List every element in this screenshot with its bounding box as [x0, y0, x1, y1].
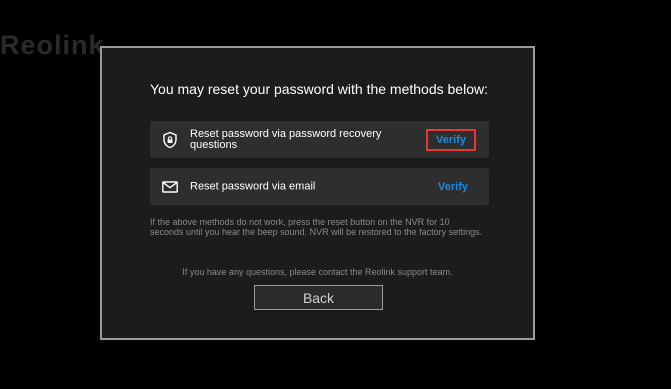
reset-password-dialog: You may reset your password with the met… — [100, 46, 535, 340]
screen: Reolink You may reset your password with… — [0, 0, 671, 389]
mail-icon — [161, 178, 179, 196]
verify-email-button[interactable]: Verify — [430, 178, 476, 196]
option-recovery-questions: Reset password via password recovery que… — [150, 121, 489, 158]
reset-note: If the above methods do not work, press … — [150, 217, 483, 237]
option-label-recovery-questions: Reset password via password recovery que… — [190, 127, 382, 151]
back-button[interactable]: Back — [254, 285, 383, 310]
support-text: If you have any questions, please contac… — [182, 267, 453, 277]
option-label-email: Reset password via email — [190, 180, 316, 192]
option-email: Reset password via email Verify — [150, 168, 489, 205]
reolink-logo: Reolink — [0, 30, 105, 60]
shield-lock-icon — [161, 131, 179, 149]
verify-recovery-questions-button[interactable]: Verify — [426, 128, 476, 151]
dialog-title: You may reset your password with the met… — [150, 81, 488, 97]
